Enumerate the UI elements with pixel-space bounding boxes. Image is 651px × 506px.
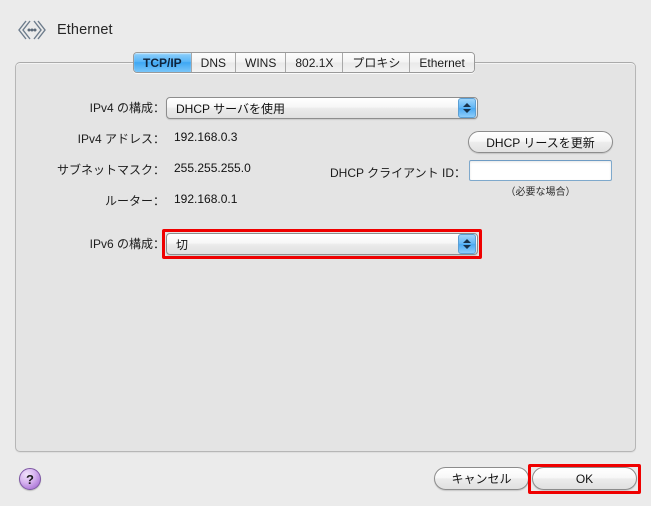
chevron-updown-icon[interactable]: [458, 234, 476, 254]
ethernet-icon: [18, 20, 46, 40]
dhcp-client-id-input[interactable]: [469, 160, 612, 181]
router-row: ルーター：: [0, 192, 165, 209]
tab-proxy[interactable]: プロキシ: [343, 53, 411, 72]
help-button[interactable]: ?: [19, 468, 41, 490]
subnet-mask-label: サブネットマスク：: [56, 163, 165, 177]
tab-dns[interactable]: DNS: [191, 53, 237, 72]
ipv4-address-value: 192.168.0.3: [174, 130, 238, 144]
subnet-mask-value: 255.255.255.0: [174, 161, 251, 175]
settings-panel: [15, 62, 636, 452]
tab-wins[interactable]: WINS: [236, 53, 287, 72]
tab-bar: TCP/IP DNS WINS 802.1X プロキシ Ethernet: [133, 52, 475, 73]
window-title-bar: Ethernet: [16, 16, 113, 44]
router-value: 192.168.0.1: [174, 192, 238, 206]
ipv4-config-popup-value: DHCP サーバを使用: [176, 101, 285, 116]
tab-tcpip[interactable]: TCP/IP: [134, 53, 192, 72]
ipv4-config-row: IPv4 の構成：: [0, 99, 165, 116]
tab-8021x[interactable]: 802.1X: [286, 53, 344, 72]
router-label: ルーター：: [104, 194, 165, 208]
renew-dhcp-lease-button[interactable]: DHCP リースを更新: [468, 131, 613, 153]
tab-ethernet[interactable]: Ethernet: [410, 53, 474, 72]
ipv6-config-popup-value: 切: [176, 237, 189, 252]
dhcp-client-id-hint: （必要な場合）: [505, 187, 576, 198]
ipv4-address-row: IPv4 アドレス：: [0, 130, 165, 147]
ipv6-config-label: IPv6 の構成：: [89, 237, 165, 251]
ipv4-config-popup[interactable]: DHCP サーバを使用: [166, 97, 478, 119]
page-title: Ethernet: [57, 22, 113, 38]
dhcp-client-id-label: DHCP クライアント ID：: [330, 166, 466, 180]
ok-button[interactable]: OK: [532, 467, 637, 490]
ipv4-address-label: IPv4 アドレス：: [77, 132, 165, 146]
ipv4-config-label: IPv4 の構成：: [89, 101, 165, 115]
subnet-mask-row: サブネットマスク：: [0, 161, 165, 178]
ipv6-config-row: IPv6 の構成：: [0, 235, 165, 252]
chevron-updown-icon[interactable]: [458, 98, 476, 118]
cancel-button[interactable]: キャンセル: [434, 467, 529, 490]
ipv6-config-popup[interactable]: 切: [166, 233, 478, 255]
